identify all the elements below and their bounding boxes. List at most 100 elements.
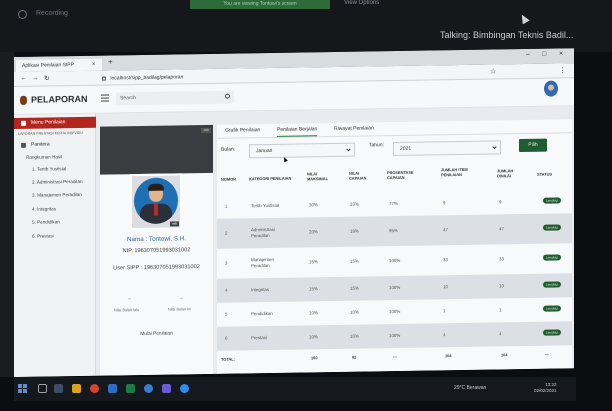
- hamburger-menu-icon[interactable]: [101, 94, 109, 102]
- search-icon[interactable]: [225, 93, 230, 99]
- shared-screen: Aplikasi Penilaian SIPP × + – □ × ← → ↻ …: [14, 48, 574, 377]
- last-month-label: Nilai Bulan lalu: [114, 308, 140, 313]
- this-month-score: –: [180, 295, 183, 302]
- cell-prosentase: 100%: [389, 284, 401, 291]
- cell-maksimal: 15%: [309, 259, 318, 265]
- cell-nomor: 1: [225, 203, 228, 209]
- this-month-label: Nilai Bulan ini: [168, 307, 192, 312]
- sidebar-group-panitera[interactable]: Panitera: [14, 140, 96, 150]
- sidebar-item-pendidikan[interactable]: 5. Pendidikan: [32, 219, 60, 224]
- cell-jumlah-dinilai: 1: [499, 307, 502, 313]
- cell-capaian: 23%: [350, 201, 359, 207]
- tahun-label: Tahun:: [369, 142, 385, 149]
- sidebar-item-tertib-yustisial[interactable]: 1. Tertib Yustisial: [32, 166, 66, 172]
- profile-user-sipp: User SIPP : 196307051993031002: [113, 264, 200, 272]
- cell-kategori: Integritas: [251, 286, 270, 293]
- forward-icon[interactable]: →: [32, 75, 39, 82]
- col-status: STATUS: [537, 171, 552, 177]
- view-options-label[interactable]: View Options: [344, 0, 379, 6]
- bulan-select[interactable]: Januari: [249, 142, 355, 159]
- cell-capaian: 10%: [350, 309, 359, 315]
- word-icon[interactable]: [108, 384, 117, 393]
- windows-taskbar: 29°C Berawan 13:22 02/02/2021: [0, 377, 612, 411]
- cell-kategori: Pendidikan: [251, 310, 273, 317]
- window-close-button[interactable]: ×: [559, 50, 563, 57]
- chrome-icon[interactable]: [90, 384, 99, 393]
- tab-grafik-penilaian[interactable]: Grafik Penilaian: [225, 127, 260, 134]
- site-info-icon[interactable]: [102, 76, 106, 81]
- user-avatar[interactable]: [544, 80, 558, 97]
- total-status: ---: [545, 351, 549, 357]
- main-content: 100 edit Nama : Tontowi, S.H. NIP. 19630…: [96, 106, 574, 376]
- app-icon[interactable]: [162, 384, 171, 393]
- back-icon[interactable]: ←: [20, 75, 27, 82]
- cell-maksimal: 10%: [309, 334, 318, 340]
- sidebar-item-rangkuman[interactable]: Rangkuman Hasil: [26, 154, 62, 160]
- total-prosentase: ---: [393, 353, 397, 360]
- panel-tabs: Grafik Penilaian Penilaian Berjalan Riwa…: [217, 119, 572, 139]
- cell-maksimal: 20%: [309, 229, 318, 235]
- recording-label: Recording: [36, 10, 68, 17]
- reload-icon[interactable]: ↻: [44, 74, 50, 82]
- bulan-value: Januari: [256, 147, 273, 155]
- sidebar: Menu Penilaian LAPORAN PRESTASI KERJA IN…: [14, 113, 96, 377]
- cell-prosentase: 77%: [389, 200, 398, 207]
- app-window: PELAPORAN Search Menu Penilaian LAPORAN …: [14, 78, 574, 377]
- new-tab-button[interactable]: +: [108, 57, 113, 66]
- cell-nomor: 6: [225, 335, 228, 341]
- search-icon[interactable]: [38, 384, 47, 393]
- cell-jumlah-dinilai: 9: [499, 199, 502, 205]
- tab-riwayat-penilaian[interactable]: Riwayat Penilaian: [334, 125, 374, 132]
- clock[interactable]: 13:22 02/02/2021: [534, 382, 557, 394]
- cell-maksimal: 10%: [309, 310, 318, 316]
- cell-nomor: 2: [225, 230, 228, 236]
- file-explorer-icon[interactable]: [72, 384, 81, 393]
- col-prosentase: PROSENTASE CAPAIAN: [387, 169, 414, 181]
- weather-widget[interactable]: 29°C Berawan: [454, 385, 486, 391]
- total-jumlah-dinilai: 104: [501, 352, 508, 358]
- photo-edit-button[interactable]: edit: [170, 221, 179, 227]
- tab-close-icon[interactable]: ×: [92, 59, 96, 71]
- last-month-score: –: [128, 296, 131, 303]
- bookmark-star-icon[interactable]: ☆: [490, 67, 496, 75]
- sidebar-item-integritas[interactable]: 4. Integritas: [32, 206, 56, 211]
- sidebar-item-prestasi[interactable]: 6. Prestasi: [32, 233, 54, 238]
- windows-start-icon[interactable]: [18, 384, 27, 393]
- col-jumlah-item: JUMLAH ITEM PENILAIAN: [441, 166, 468, 178]
- total-jumlah-item: 104: [445, 353, 452, 359]
- tahun-select[interactable]: 2021: [393, 140, 501, 157]
- col-jumlah-dinilai: JUMLAH DINILAI: [497, 168, 514, 179]
- cell-jumlah-dinilai: 4: [499, 331, 502, 337]
- total-label: TOTAL:: [221, 356, 235, 362]
- browser-menu-icon[interactable]: ⋮: [559, 66, 566, 74]
- excel-icon[interactable]: [126, 384, 135, 393]
- zoom-icon[interactable]: [180, 384, 189, 393]
- profile-card: 100 edit Nama : Tontowi, S.H. NIP. 19630…: [100, 124, 213, 376]
- cell-capaian: 15%: [350, 285, 359, 291]
- pilih-button[interactable]: Pilih: [519, 138, 547, 153]
- sidebar-item-manajemen[interactable]: 3. Manajemen Peradilan: [32, 192, 82, 198]
- mouse-cursor-icon: [518, 12, 530, 25]
- start-assessment-link[interactable]: Mulai Penilaian: [100, 331, 213, 338]
- cell-jumlah-item: 47: [443, 227, 448, 233]
- total-capaian: 92: [352, 354, 357, 360]
- edge-icon[interactable]: [144, 384, 153, 393]
- profile-photo: edit: [130, 173, 182, 231]
- cell-maksimal: 30%: [309, 202, 318, 208]
- cell-jumlah-item: 9: [443, 200, 446, 206]
- cell-capaian: 15%: [350, 258, 359, 264]
- logo-icon: [20, 95, 27, 105]
- screen-share-banner[interactable]: You are viewing Tontowi's screen: [190, 0, 330, 9]
- chevron-down-icon: [346, 147, 351, 152]
- minimize-button[interactable]: –: [526, 51, 530, 58]
- search-input[interactable]: Search: [116, 90, 234, 106]
- maximize-button[interactable]: □: [542, 51, 546, 58]
- status-badge: Lengkap: [543, 329, 561, 336]
- table-total-row: TOTAL: 100 92 --- 104 104 ---: [217, 347, 572, 367]
- tab-penilaian-berjalan[interactable]: Penilaian Berjalan: [277, 126, 318, 137]
- sidebar-item-administrasi[interactable]: 2. Administrasi Peradilan: [32, 179, 83, 185]
- sidebar-section-label: LAPORAN PRESTASI KERJA INDIVIDU: [18, 130, 83, 136]
- sidebar-item-menu-penilaian[interactable]: Menu Penilaian: [14, 116, 96, 129]
- chevron-down-icon: [492, 144, 497, 150]
- task-view-icon[interactable]: [54, 384, 63, 393]
